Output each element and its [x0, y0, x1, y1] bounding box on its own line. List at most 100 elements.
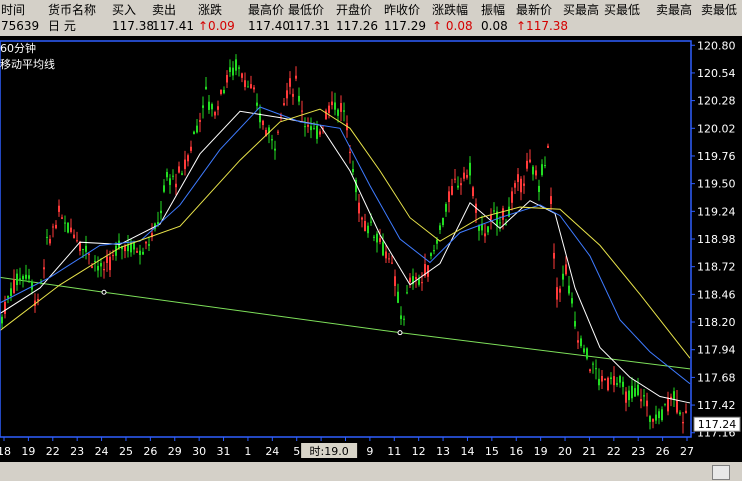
x-tick-label: 26 — [143, 445, 157, 458]
candle-body — [607, 377, 609, 391]
candle-body — [415, 276, 417, 280]
x-tick-label: 24 — [265, 445, 279, 458]
candle-body — [499, 222, 501, 224]
candle-body — [100, 263, 102, 267]
candle-body — [217, 106, 219, 110]
candle-body — [13, 279, 15, 293]
candle-body — [436, 239, 438, 244]
x-tick-label: 12 — [412, 445, 426, 458]
header-value: 117.31 — [288, 19, 330, 33]
candle-body — [451, 186, 453, 195]
chart-background — [0, 37, 742, 462]
candle-body — [637, 384, 639, 396]
header-label: 昨收价 — [384, 3, 421, 17]
candle-body — [136, 251, 138, 253]
x-tick-label: 19 — [534, 445, 548, 458]
candle-body — [559, 288, 561, 293]
candle-body — [661, 409, 663, 421]
header-value: 日 元 — [48, 19, 76, 33]
candle-body — [16, 273, 18, 286]
header-label: 最新价 — [516, 3, 553, 17]
candle-body — [634, 388, 636, 397]
header-label: 买入 — [112, 3, 137, 17]
candle-body — [385, 251, 387, 259]
candle-body — [307, 124, 309, 127]
candle-body — [676, 400, 678, 413]
x-tick-label: 16 — [509, 445, 523, 458]
y-tick-label: 117.42 — [697, 399, 736, 412]
candle-body — [229, 67, 231, 72]
candle-body — [640, 399, 642, 402]
candle-body — [172, 175, 174, 177]
keyboard-icon[interactable] — [712, 465, 730, 480]
candle-body — [208, 101, 210, 110]
x-tick-label: 13 — [436, 445, 450, 458]
y-tick-label: 120.54 — [697, 67, 736, 80]
candle-body — [586, 348, 588, 359]
candle-body — [406, 292, 408, 294]
quote-header: 时间 75639 货币名称日 元 买入 117.38 卖出 117.41 涨跌 ↑0.09 最高价… — [0, 0, 742, 36]
candle-body — [421, 282, 423, 284]
x-tick-label: 30 — [192, 445, 206, 458]
candle-body — [292, 93, 294, 97]
candle-body — [250, 84, 252, 89]
candle-body — [400, 315, 402, 319]
candle-body — [238, 67, 240, 69]
y-tick-label: 118.98 — [697, 233, 736, 246]
candle-body — [262, 120, 264, 126]
candle-body — [679, 412, 681, 415]
candle-body — [142, 251, 144, 255]
header-label: 最高价 — [248, 3, 285, 17]
candle-body — [202, 105, 204, 108]
x-tick-label: 23 — [631, 445, 645, 458]
candle-body — [43, 267, 45, 270]
header-value: 0.08 — [481, 19, 508, 33]
candle-body — [127, 244, 129, 252]
header-label: 时间 — [1, 3, 26, 17]
candle-body — [289, 78, 291, 87]
candle-body — [388, 258, 390, 260]
candle-body — [10, 288, 12, 296]
x-tick-label: 9 — [366, 445, 373, 458]
candle-body — [595, 368, 597, 370]
candle-body — [343, 110, 345, 112]
header-label: 涨跌幅 — [432, 3, 469, 17]
y-tick-label: 117.94 — [697, 344, 736, 357]
candle-body — [373, 236, 375, 238]
y-tick-label: 118.20 — [697, 316, 736, 329]
candle-body — [52, 226, 54, 228]
candle-body — [175, 183, 177, 188]
candle-body — [448, 191, 450, 203]
candle-body — [577, 340, 579, 343]
candle-body — [277, 131, 279, 133]
candle-body — [580, 338, 582, 347]
x-tick-label: 27 — [680, 445, 694, 458]
candle-body — [76, 240, 78, 242]
header-value: ↑0.09 — [198, 19, 235, 33]
candle-body — [160, 210, 162, 214]
candle-body — [418, 279, 420, 285]
period-label: 60分钟 — [0, 41, 36, 55]
y-tick-label: 120.80 — [697, 39, 736, 52]
candle-body — [298, 95, 300, 102]
candle-body — [205, 86, 207, 90]
candle-body — [244, 80, 246, 87]
candle-body — [64, 222, 66, 224]
candle-body — [652, 418, 654, 422]
candle-body — [439, 225, 441, 231]
candle-body — [592, 363, 594, 365]
candle-body — [550, 196, 552, 205]
candle-body — [655, 414, 657, 421]
candle-body — [364, 221, 366, 232]
header-label: 最低价 — [288, 3, 325, 17]
candle-body — [658, 411, 660, 419]
candle-body — [538, 185, 540, 192]
candle-body — [643, 395, 645, 397]
candle-body — [565, 264, 567, 275]
candle-body — [124, 245, 126, 252]
candle-body — [667, 397, 669, 412]
candle-body — [547, 145, 549, 148]
price-chart[interactable]: 120.80 120.54 120.28 120.02 119.76 119.50 119.… — [0, 37, 742, 462]
candle-body — [199, 120, 201, 122]
candle-body — [433, 250, 435, 252]
